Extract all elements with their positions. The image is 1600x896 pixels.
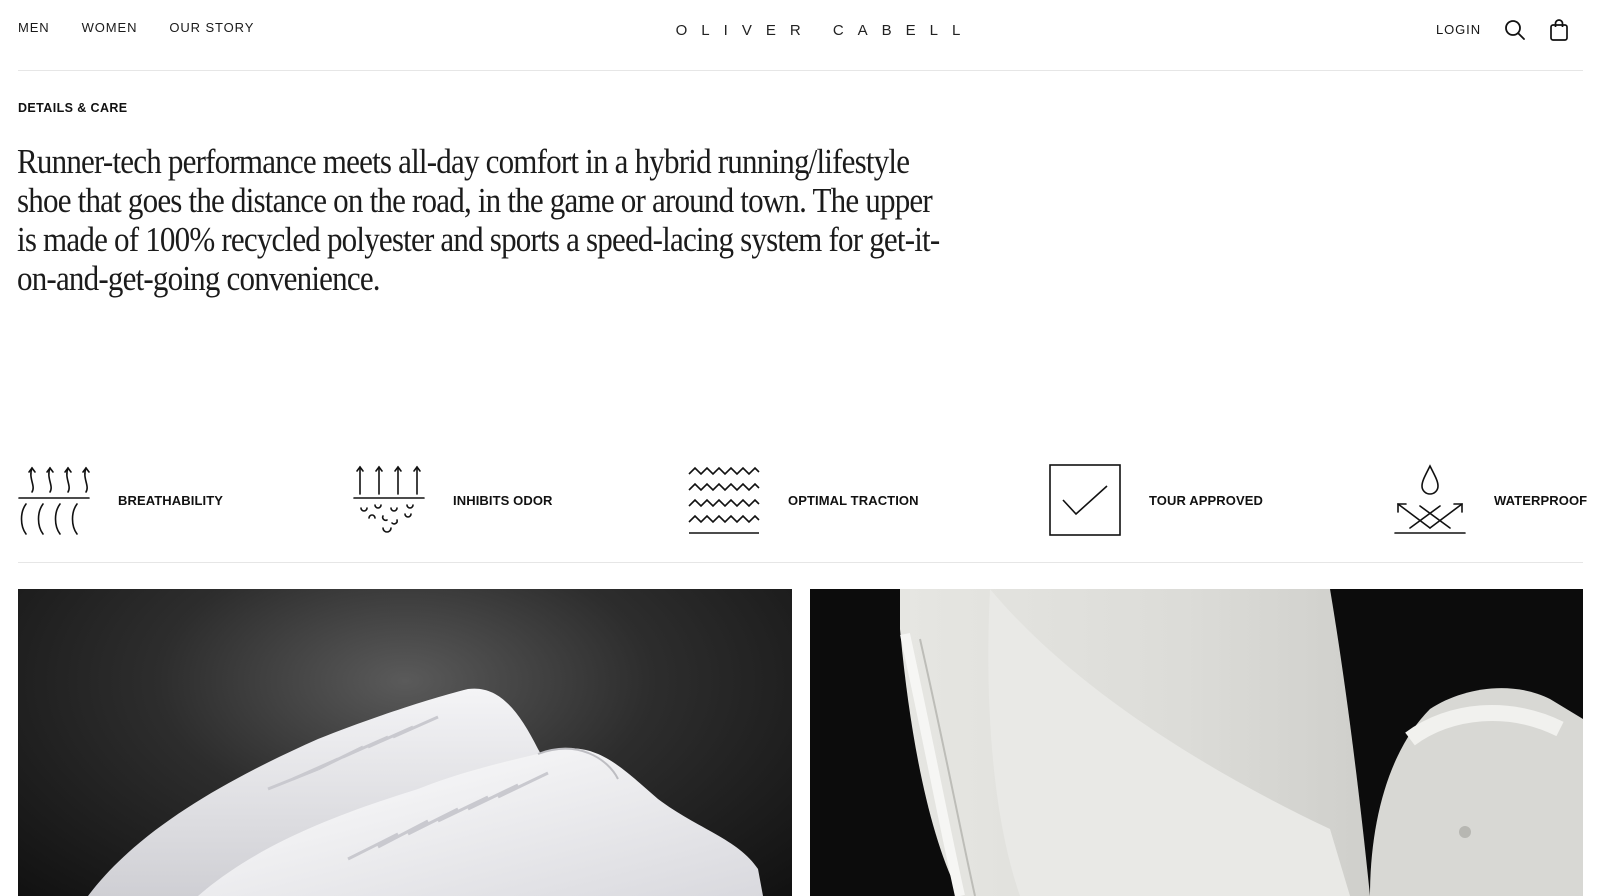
feature-item-waterproof: WATERPROOF [1394,464,1587,536]
nav-men-link[interactable]: MEN [18,20,50,36]
feature-item-optimal-traction: OPTIMAL TRACTION [688,464,919,536]
feature-item-breathability: BREATHABILITY [18,464,223,536]
search-icon[interactable] [1503,18,1527,42]
feature-item-tour-approved: TOUR APPROVED [1049,464,1263,536]
login-link[interactable]: LOGIN [1436,18,1481,42]
utility-nav: LOGIN [1436,18,1571,42]
product-image-sneaker-closeup [810,589,1583,896]
primary-nav: MEN WOMEN OUR STORY [18,20,254,36]
details-care-heading: DETAILS & CARE [18,101,128,115]
inhibits-odor-icon [353,464,425,536]
feature-label-breathability: BREATHABILITY [118,492,224,508]
feature-label-waterproof: WATERPROOF [1494,492,1588,508]
nav-women-link[interactable]: WOMEN [82,20,138,36]
feature-label-inhibits-odor: INHIBITS ODOR [453,492,553,508]
nav-our-story-link[interactable]: OUR STORY [169,20,254,36]
shopping-bag-icon[interactable] [1547,18,1571,42]
feature-item-inhibits-odor: INHIBITS ODOR [353,464,553,536]
waterproof-icon [1394,464,1466,536]
product-image-sneakers-pair [18,589,792,896]
feature-label-optimal-traction: OPTIMAL TRACTION [788,492,919,508]
breathability-icon [18,464,90,536]
feature-list: BREATHABILITY INHIBITS ODOR OPTIMAL TRAC… [18,464,1587,563]
feature-label-tour-approved: TOUR APPROVED [1149,492,1263,508]
brand-logo[interactable]: OLIVER CABELL [518,21,1118,41]
product-description: Runner-tech performance meets all-day co… [17,143,940,298]
site-header: MEN WOMEN OUR STORY OLIVER CABELL LOGIN [18,0,1583,71]
checkmark-box-icon [1049,464,1121,536]
traction-icon [688,464,760,536]
